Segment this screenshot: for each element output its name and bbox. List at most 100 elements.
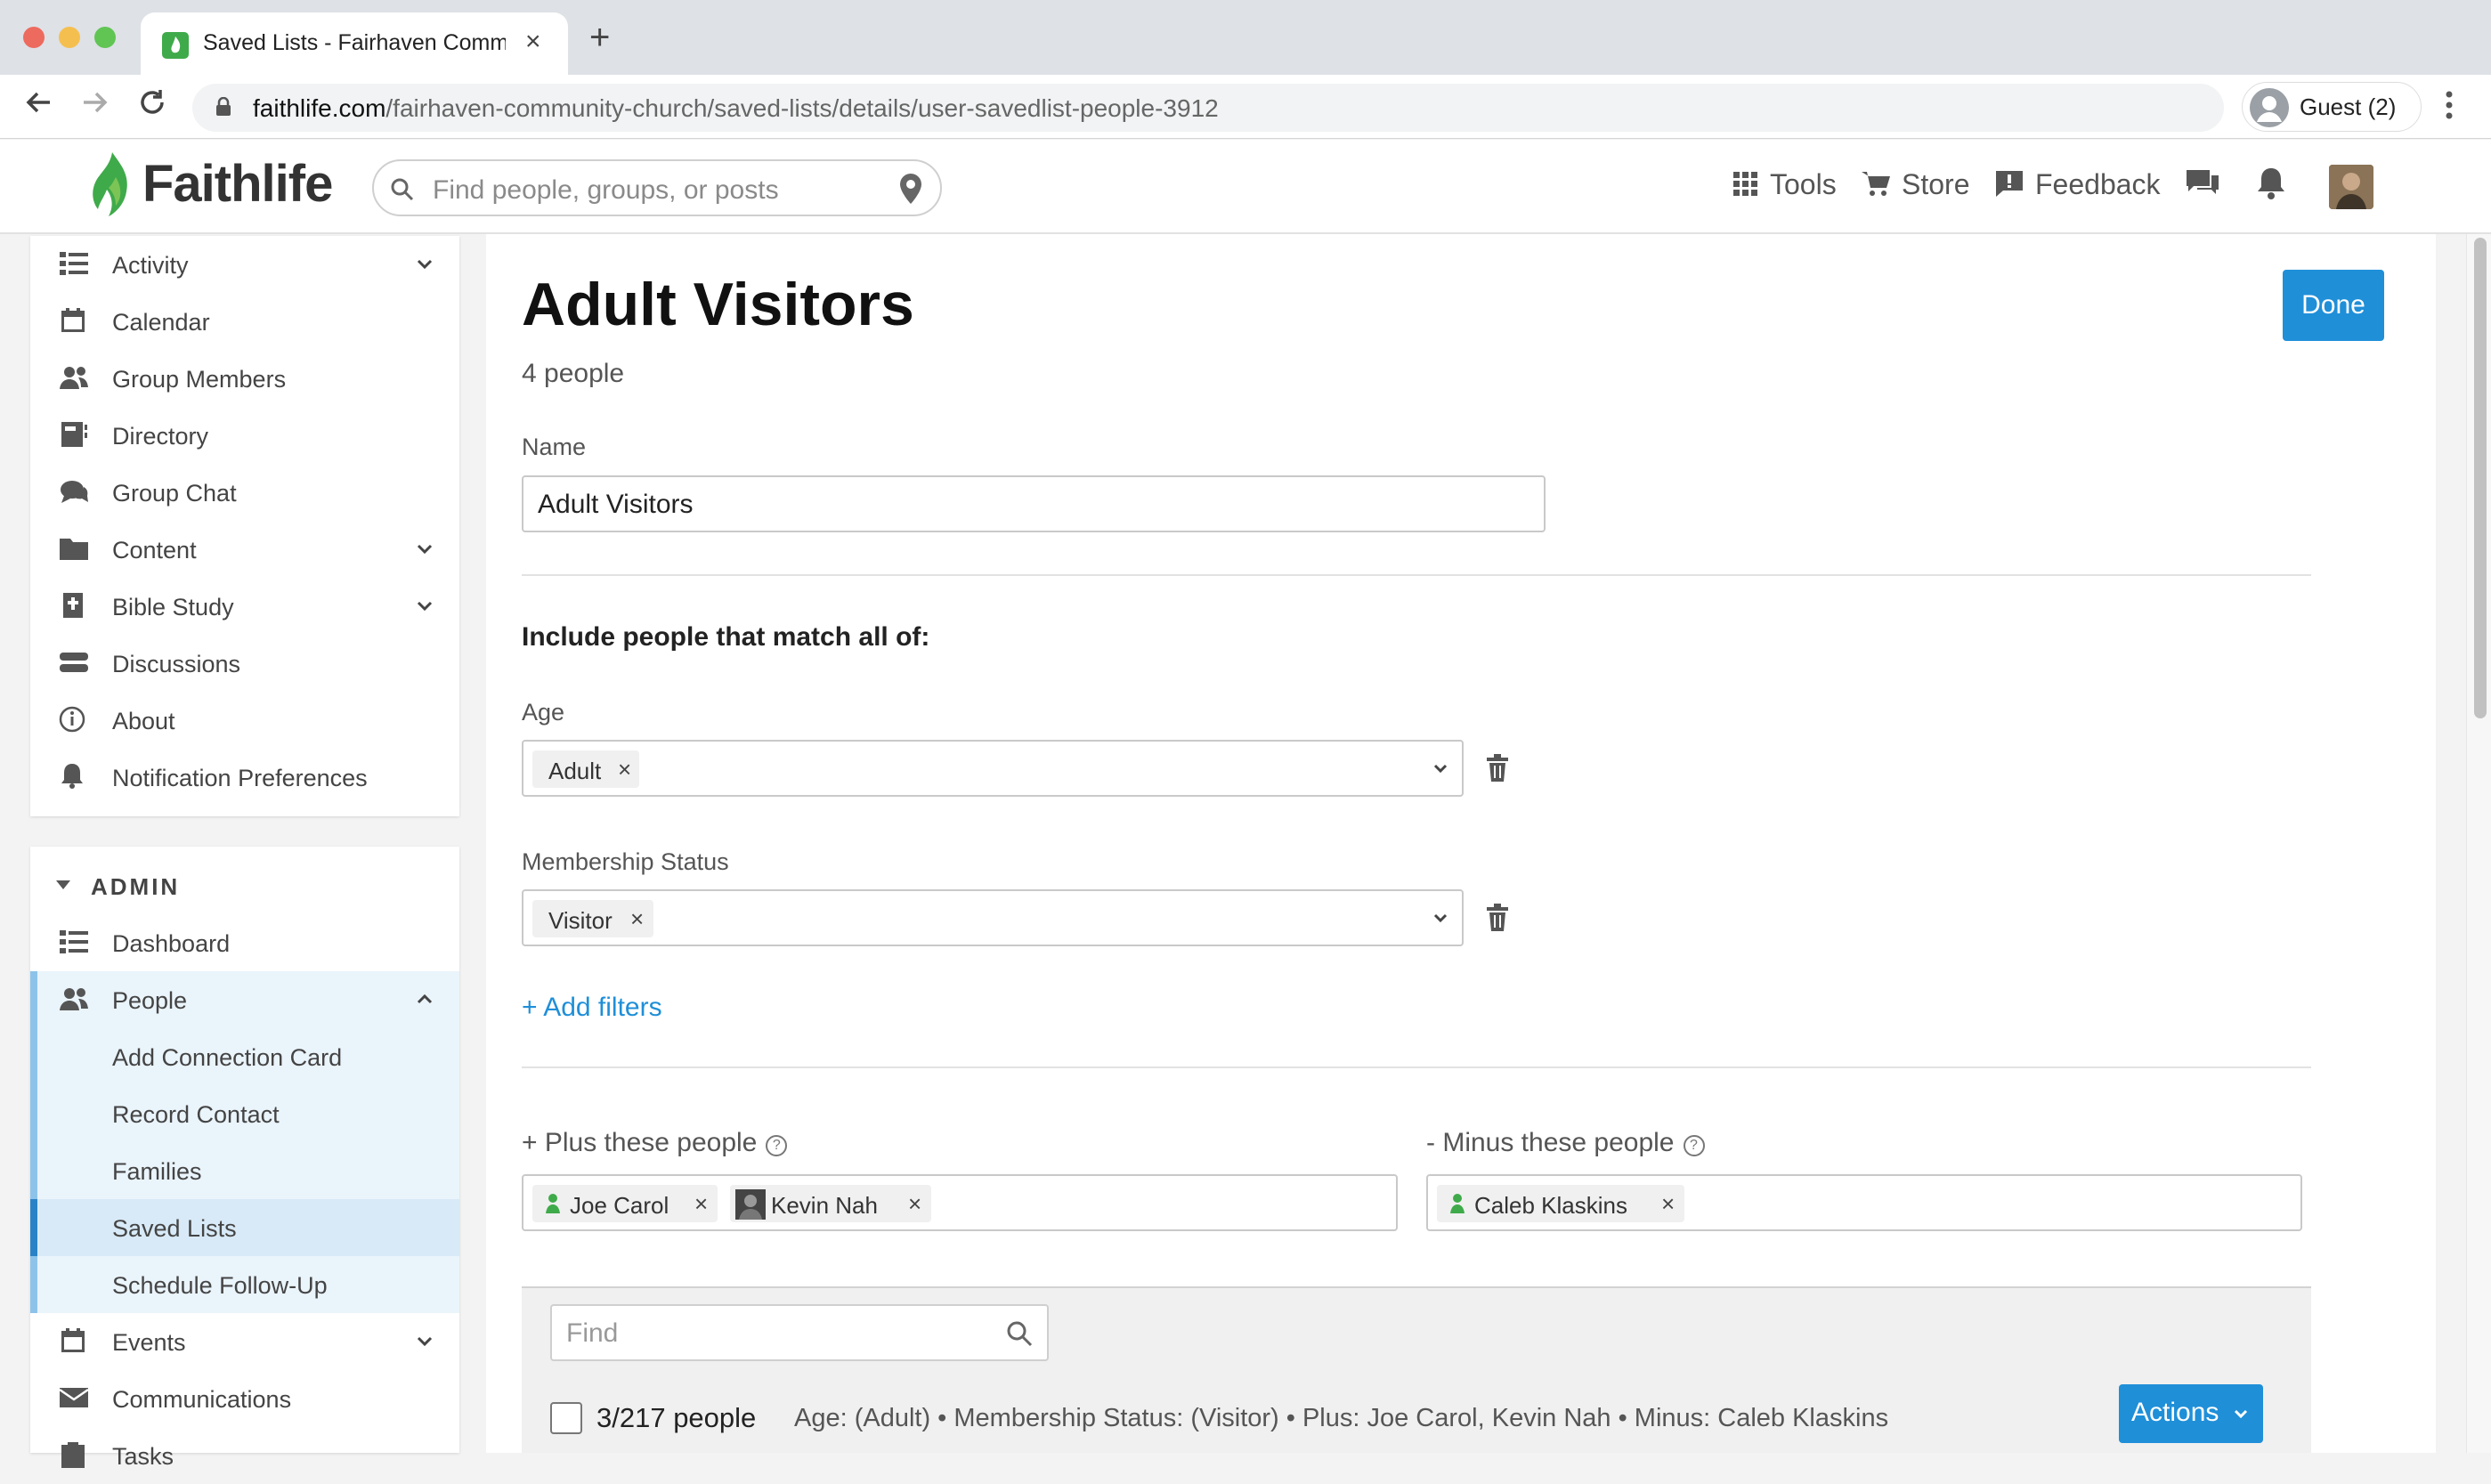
sidebar-item-notification-preferences[interactable]: Notification Preferences: [30, 749, 459, 806]
chevron-up-icon[interactable]: [415, 989, 434, 1009]
help-icon[interactable]: ?: [1683, 1135, 1705, 1156]
page-scrollbar[interactable]: [2466, 234, 2491, 1453]
sidebar-item-about[interactable]: About: [30, 692, 459, 749]
url-text: faithlife.com/fairhaven-community-church…: [253, 94, 1219, 122]
filter-chip-visitor: Visitor ×: [532, 900, 653, 937]
lock-icon: [216, 97, 231, 116]
add-filters-link[interactable]: + Add filters: [522, 993, 662, 1023]
chevron-down-icon[interactable]: [415, 254, 434, 273]
person-chip-caleb-klaskins: Caleb Klaskins ×: [1437, 1185, 1684, 1222]
back-arrow-icon[interactable]: [23, 87, 53, 125]
global-search-input[interactable]: Find people, groups, or posts: [372, 159, 942, 216]
remove-chip-icon[interactable]: ×: [908, 1190, 921, 1218]
delete-age-filter-trash-icon[interactable]: [1485, 754, 1510, 783]
name-input[interactable]: Adult Visitors: [522, 475, 1546, 532]
store-link[interactable]: Store: [1861, 168, 1969, 201]
divider: [522, 1066, 2311, 1068]
remove-chip-icon[interactable]: ×: [694, 1190, 708, 1218]
result-count: 3/217 people: [596, 1402, 757, 1433]
delete-membership-filter-trash-icon[interactable]: [1485, 904, 1510, 932]
find-people-input[interactable]: Find: [550, 1304, 1049, 1361]
name-label: Name: [522, 434, 587, 460]
feedback-icon: [1996, 171, 2023, 197]
notifications-bell-icon[interactable]: [2256, 166, 2286, 200]
sidebar-item-directory[interactable]: Directory: [30, 407, 459, 464]
sidebar-item-activity[interactable]: Activity: [30, 236, 459, 293]
results-panel: Find 3/217 people Age: (Adult) • Members…: [522, 1286, 2311, 1453]
close-window-button[interactable]: [23, 27, 45, 48]
browser-tab[interactable]: Saved Lists - Fairhaven Community Church…: [141, 12, 568, 75]
membership-status-filter-select[interactable]: Visitor ×: [522, 889, 1464, 946]
messages-icon[interactable]: [2185, 166, 2220, 199]
chevron-down-icon[interactable]: [1432, 759, 1449, 777]
faithlife-logo-icon[interactable]: [89, 150, 137, 218]
sidebar-item-people[interactable]: People: [30, 971, 459, 1028]
sidebar-item-group-chat[interactable]: Group Chat: [30, 464, 459, 521]
chevron-down-icon: [2234, 1409, 2248, 1419]
profile-label: Guest (2): [2300, 93, 2397, 120]
logo-text[interactable]: Faithlife: [142, 154, 333, 214]
tools-link[interactable]: Tools: [1732, 168, 1837, 201]
activity-list-icon: [60, 252, 88, 275]
sidebar-item-events[interactable]: Events: [30, 1313, 459, 1370]
feedback-link[interactable]: Feedback: [1994, 168, 2161, 201]
sidebar-item-discussions[interactable]: Discussions: [30, 635, 459, 692]
new-tab-button[interactable]: +: [589, 20, 610, 55]
user-avatar[interactable]: [2329, 165, 2373, 209]
minus-people-label: - Minus these people?: [1426, 1128, 1705, 1158]
chevron-down-icon[interactable]: [1432, 909, 1449, 927]
person-chip-joe-carol: Joe Carol ×: [532, 1185, 718, 1222]
browser-toolbar: faithlife.com/fairhaven-community-church…: [0, 75, 2491, 139]
sidebar-item-calendar[interactable]: Calendar: [30, 293, 459, 350]
age-filter-select[interactable]: Adult ×: [522, 740, 1464, 797]
sidebar-item-content[interactable]: Content: [30, 521, 459, 578]
actions-dropdown-button[interactable]: Actions: [2119, 1384, 2263, 1443]
remove-chip-icon[interactable]: ×: [618, 756, 631, 783]
tasks-clipboard-icon: [61, 1442, 85, 1468]
plus-people-label: + Plus these people?: [522, 1128, 788, 1158]
chevron-down-icon[interactable]: [415, 596, 434, 615]
minus-people-input[interactable]: Caleb Klaskins ×: [1426, 1174, 2302, 1231]
sidebar-item-record-contact[interactable]: Record Contact: [30, 1085, 459, 1142]
info-icon: [59, 706, 85, 733]
help-icon[interactable]: ?: [766, 1135, 788, 1156]
sidebar-item-bible-study[interactable]: Bible Study: [30, 578, 459, 635]
profile-button[interactable]: Guest (2): [2242, 82, 2422, 132]
chat-bubble-icon: [61, 481, 88, 503]
calendar-icon: [61, 1328, 85, 1352]
browser-tab-bar: Saved Lists - Fairhaven Community Church…: [0, 0, 2491, 75]
reload-icon[interactable]: [137, 87, 167, 125]
sidebar-item-families[interactable]: Families: [30, 1142, 459, 1199]
admin-section-header[interactable]: ADMIN: [30, 857, 459, 914]
page-title: Adult Visitors: [522, 271, 914, 338]
address-bar[interactable]: faithlife.com/fairhaven-community-church…: [192, 84, 2224, 132]
chevron-down-icon[interactable]: [415, 1331, 434, 1350]
forward-arrow-icon[interactable]: [80, 87, 110, 125]
remove-chip-icon[interactable]: ×: [1661, 1190, 1675, 1218]
dashboard-list-icon: [60, 930, 88, 953]
tab-close-icon[interactable]: ×: [525, 27, 541, 57]
sidebar-item-tasks[interactable]: Tasks: [30, 1427, 459, 1484]
search-icon: [391, 178, 414, 201]
scrollbar-thumb[interactable]: [2474, 238, 2487, 718]
minimize-window-button[interactable]: [59, 27, 80, 48]
select-all-checkbox[interactable]: [550, 1402, 582, 1434]
location-pin-icon[interactable]: [897, 172, 924, 206]
saved-list-detail: Adult Visitors 4 people Done Name Adult …: [486, 234, 2436, 1453]
bible-icon: [63, 593, 83, 618]
remove-chip-icon[interactable]: ×: [630, 905, 644, 933]
sidebar-item-group-members[interactable]: Group Members: [30, 350, 459, 407]
sidebar-item-communications[interactable]: Communications: [30, 1370, 459, 1427]
chevron-down-icon[interactable]: [415, 539, 434, 558]
browser-menu-icon[interactable]: [2445, 87, 2454, 131]
search-placeholder: Find people, groups, or posts: [433, 175, 779, 205]
zoom-window-button[interactable]: [94, 27, 116, 48]
sidebar-item-schedule-follow-up[interactable]: Schedule Follow-Up: [30, 1256, 459, 1313]
plus-people-input[interactable]: Joe Carol × Kevin Nah ×: [522, 1174, 1398, 1231]
sidebar-item-saved-lists[interactable]: Saved Lists: [30, 1199, 459, 1256]
sidebar-main-card: Activity Calendar Group Members Director…: [30, 236, 459, 816]
include-heading: Include people that match all of:: [522, 622, 930, 652]
sidebar-item-dashboard[interactable]: Dashboard: [30, 914, 459, 971]
sidebar-item-add-connection-card[interactable]: Add Connection Card: [30, 1028, 459, 1085]
done-button[interactable]: Done: [2283, 270, 2384, 341]
